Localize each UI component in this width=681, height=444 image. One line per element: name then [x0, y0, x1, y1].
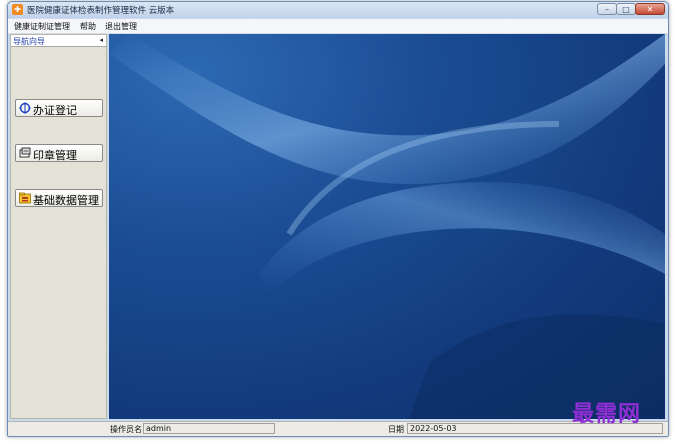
menu-bar: 健康证制证管理 帮助 退出管理 — [8, 19, 668, 34]
nav-header: 导航向导 ◂ — [11, 35, 106, 47]
menu-item-exit[interactable]: 退出管理 — [105, 21, 137, 32]
minimize-button[interactable]: – — [597, 3, 617, 15]
app-window: ✚ 医院健康证体检表制作管理软件 云版本 – □ ✕ 健康证制证管理 帮助 退出… — [7, 1, 669, 437]
database-folder-icon — [19, 192, 31, 204]
maximize-button[interactable]: □ — [616, 3, 636, 15]
collapse-icon[interactable]: ◂ — [99, 36, 103, 44]
registration-label: 办证登记 — [33, 104, 77, 117]
stamp-icon — [19, 147, 31, 158]
menu-item-cert-management[interactable]: 健康证制证管理 — [14, 21, 70, 32]
basic-data-label: 基础数据管理 — [33, 194, 99, 207]
status-bar: 操作员名 admin 日期 2022-05-03 — [8, 421, 668, 436]
seal-management-button[interactable]: 印章管理 — [15, 144, 103, 162]
date-label: 日期 — [388, 425, 404, 434]
registration-button[interactable]: 办证登记 — [15, 99, 103, 117]
nav-title: 导航向导 — [13, 37, 45, 46]
title-bar[interactable]: ✚ 医院健康证体检表制作管理软件 云版本 – □ ✕ — [8, 2, 668, 18]
close-button[interactable]: ✕ — [635, 3, 665, 15]
move-arrows-icon — [19, 102, 31, 114]
desktop-wallpaper — [109, 34, 665, 419]
seal-management-label: 印章管理 — [33, 149, 77, 162]
window-title: 医院健康证体检表制作管理软件 云版本 — [27, 6, 175, 16]
operator-label: 操作员名 — [110, 425, 142, 434]
app-icon: ✚ — [12, 4, 23, 15]
navigation-panel: 导航向导 ◂ 办证登记 印章管理 基础数据管理 — [10, 34, 107, 419]
basic-data-button[interactable]: 基础数据管理 — [15, 189, 103, 207]
watermark-text: 最需网 — [572, 401, 642, 427]
menu-item-help[interactable]: 帮助 — [80, 21, 96, 32]
wallpaper-swirls — [109, 34, 665, 419]
operator-value: admin — [143, 423, 275, 434]
